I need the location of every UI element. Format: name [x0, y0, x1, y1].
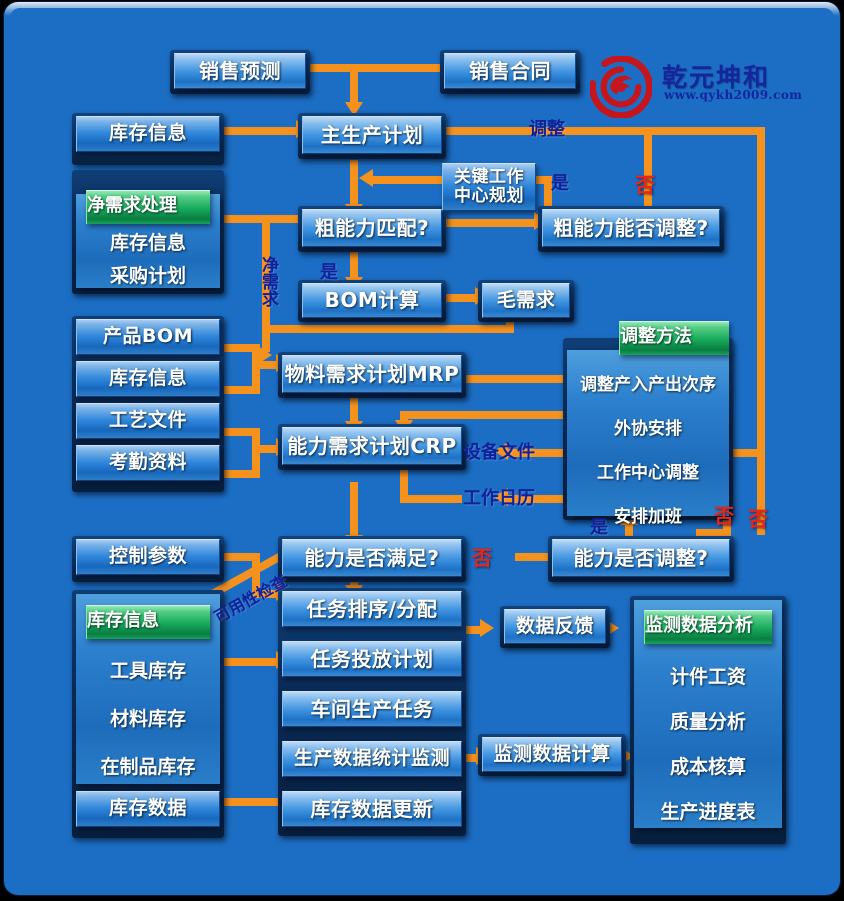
- label-work-calendar: 工作日历: [463, 488, 535, 509]
- node-crp[interactable]: 能力需求计划CRP: [282, 427, 462, 465]
- node-capacity-adjust[interactable]: 能力是否调整?: [552, 539, 730, 577]
- label-yes-2: 是: [320, 262, 338, 283]
- label-no-1: 否: [635, 173, 655, 197]
- arrow-keywc-left: [359, 169, 373, 187]
- monitor-item-1: 计件工资: [669, 666, 746, 688]
- logo-url-text: www.qykh2009.com: [664, 88, 803, 102]
- inventory-item-3: 在制品库存: [100, 756, 196, 778]
- edge-adj4-b: [400, 495, 462, 503]
- node-task-release[interactable]: 任务投放计划: [282, 641, 462, 677]
- edge-gross-left: [262, 325, 514, 333]
- label-no-2: 否: [748, 507, 768, 531]
- group-header-monitor-analysis[interactable]: 监测数据分析: [644, 610, 772, 644]
- edge-forecast-to-master: [293, 64, 441, 72]
- node-product-bom[interactable]: 产品BOM: [76, 319, 220, 355]
- adjust-item-1: 调整产入产出次序: [580, 375, 716, 395]
- arrow-fb-to-feedback: [480, 619, 494, 637]
- label-net-requirement: 净需求: [258, 256, 278, 307]
- node-inventory-info-2[interactable]: 库存信息: [76, 361, 220, 397]
- logo-dragon-swirl-icon: [590, 56, 652, 118]
- node-control-parameter[interactable]: 控制参数: [76, 539, 220, 575]
- label-adjust: 调整: [529, 119, 565, 140]
- key-wc-line1: 关键工作: [454, 166, 524, 187]
- group-header-inventory[interactable]: 库存信息: [86, 605, 210, 639]
- node-gross-requirement[interactable]: 毛需求: [482, 283, 570, 318]
- edge-master-down: [350, 160, 358, 207]
- node-master-plan[interactable]: 主生产计划: [302, 116, 442, 154]
- edge-inv-to-master: [223, 127, 298, 135]
- monitor-item-2: 质量分析: [669, 711, 746, 733]
- group-header-adjust-methods[interactable]: 调整方法: [619, 321, 729, 355]
- inventory-item-2: 材料库存: [109, 708, 186, 730]
- edge-adj2: [400, 411, 585, 419]
- label-yes-1: 是: [551, 173, 569, 194]
- edge-crp-down: [350, 482, 358, 538]
- node-rough-capacity-match[interactable]: 粗能力匹配?: [302, 209, 442, 247]
- node-monitor-data-calc[interactable]: 监测数据计算: [482, 737, 622, 772]
- node-capacity-satisfy[interactable]: 能力是否满足?: [282, 539, 462, 577]
- node-data-feedback[interactable]: 数据反馈: [504, 609, 606, 644]
- company-logo: 乾元坤和 www.qykh2009.com: [590, 56, 802, 118]
- node-attendance[interactable]: 考勤资料: [76, 445, 220, 481]
- node-inventory-data[interactable]: 库存数据: [76, 791, 220, 827]
- netreq-item-2: 采购计划: [109, 265, 186, 287]
- label-no-4: 否: [714, 504, 734, 528]
- edge-procsrc-join: [252, 428, 260, 478]
- label-yes-3: 是: [590, 517, 608, 538]
- panel-adjust-methods: 调整产入产出次序 外协安排 工作中心调整 安排加班: [567, 350, 729, 527]
- diagram-canvas: 销售预测 销售合同 库存信息 主生产计划 关键工作 中心规划 粗能力匹配? 粗能…: [10, 8, 834, 877]
- inventory-item-1: 工具库存: [109, 660, 186, 682]
- edge-forecast-down: [350, 64, 358, 104]
- node-key-workcenter-plan[interactable]: 关键工作 中心规划: [442, 163, 536, 211]
- diagram-stage: 销售预测 销售合同 库存信息 主生产计划 关键工作 中心规划 粗能力匹配? 粗能…: [10, 8, 834, 877]
- node-sales-forecast[interactable]: 销售预测: [174, 53, 306, 89]
- edge-tools-to-release: [223, 658, 282, 666]
- edge-adjust-right-rail: [757, 127, 765, 535]
- node-inventory-info-top[interactable]: 库存信息: [76, 116, 220, 152]
- diagram-frame: 销售预测 销售合同 库存信息 主生产计划 关键工作 中心规划 粗能力匹配? 粗能…: [0, 0, 844, 901]
- adjust-item-3: 工作中心调整: [597, 463, 699, 483]
- node-process-file[interactable]: 工艺文件: [76, 403, 220, 439]
- label-equipment-file: 设备文件: [463, 442, 535, 463]
- node-mrp[interactable]: 物料需求计划MRP: [282, 355, 462, 393]
- edge-bomsrc-join: [252, 344, 260, 394]
- monitor-item-4: 生产进度表: [660, 801, 756, 823]
- node-sales-contract[interactable]: 销售合同: [444, 53, 576, 89]
- node-workshop-task[interactable]: 车间生产任务: [282, 691, 462, 727]
- node-rough-capacity-adjust[interactable]: 粗能力能否调整?: [542, 209, 720, 247]
- netreq-item-1: 库存信息: [109, 232, 186, 254]
- node-production-data-stat[interactable]: 生产数据统计监测: [282, 741, 462, 777]
- edge-adjust-to-master: [440, 127, 765, 135]
- node-inventory-data-update[interactable]: 库存数据更新: [282, 791, 462, 827]
- edge-adj1-to-mrp: [450, 375, 565, 383]
- group-header-net-requirement[interactable]: 净需求处理: [86, 190, 210, 224]
- node-bom-calc[interactable]: BOM计算: [302, 283, 442, 318]
- label-no-3: 否: [472, 546, 492, 570]
- monitor-item-3: 成本核算: [669, 756, 746, 778]
- edge-keywc-left: [370, 176, 442, 184]
- adjust-item-2: 外协安排: [614, 419, 682, 439]
- edge-satisfy-no2: [515, 553, 550, 561]
- key-wc-line2: 中心规划: [454, 186, 524, 206]
- node-task-sequence[interactable]: 任务排序/分配: [282, 591, 462, 627]
